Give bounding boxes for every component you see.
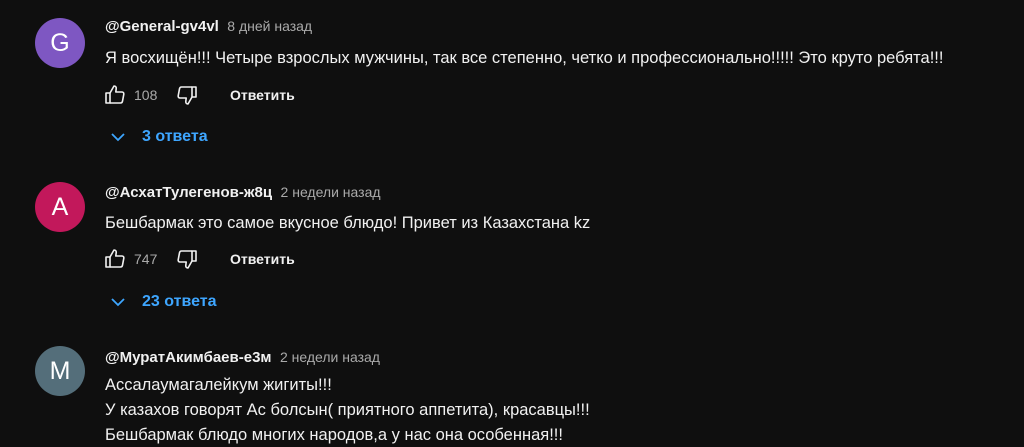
- replies-count: 3 ответа: [142, 128, 208, 145]
- comment-time[interactable]: 2 недели назад: [281, 184, 381, 200]
- reply-button[interactable]: Ответить: [230, 87, 295, 103]
- comment-text-line: Ассалаумагалейкум жигиты!!!: [105, 376, 332, 394]
- comment-text-line: Бешбармак блюдо многих народов,а у нас о…: [105, 426, 563, 444]
- chevron-down-icon: [108, 127, 128, 147]
- avatar-letter: A: [51, 192, 69, 221]
- comment-text: Я восхищён!!! Четыре взрослых мужчины, т…: [105, 46, 943, 71]
- avatar-letter: G: [50, 28, 70, 57]
- avatar-letter: M: [49, 356, 71, 385]
- reply-button[interactable]: Ответить: [230, 251, 295, 267]
- comment-text-line: Я восхищён!!! Четыре взрослых мужчины, т…: [105, 49, 944, 67]
- replies-toggle[interactable]: 23 ответа: [108, 290, 217, 314]
- thumb-down-icon: [177, 86, 197, 105]
- like-button[interactable]: [102, 82, 128, 108]
- replies-toggle[interactable]: 3 ответа: [108, 125, 208, 149]
- avatar[interactable]: G: [35, 18, 85, 68]
- dislike-button[interactable]: [174, 246, 200, 272]
- avatar[interactable]: A: [35, 182, 85, 232]
- like-count: 747: [134, 251, 158, 267]
- like-button[interactable]: [102, 246, 128, 272]
- thumb-up-icon: [105, 249, 125, 268]
- comment-text: Бешбармак это самое вкусное блюдо! Приве…: [105, 211, 590, 236]
- comment-header: @АсхатТулегенов-ж8ц 2 недели назад: [105, 183, 381, 202]
- comment-text-line: У казахов говорят Ас болсын( приятного а…: [105, 401, 590, 419]
- comment-header: @МуратАкимбаев-е3м 2 недели назад: [105, 348, 380, 367]
- comments-section: G @General-gv4vl 8 дней назад Я восхищён…: [0, 0, 1024, 447]
- comment-text-line: Бешбармак это самое вкусное блюдо! Приве…: [105, 214, 591, 232]
- comment-text: Ассалаумагалейкум жигиты!!! У казахов го…: [105, 373, 590, 447]
- like-count: 108: [134, 87, 158, 103]
- comment-author[interactable]: @МуратАкимбаев-е3м: [105, 349, 272, 366]
- chevron-down-icon: [108, 292, 128, 312]
- thumb-down-icon: [177, 250, 197, 269]
- comment-author[interactable]: @АсхатТулегенов-ж8ц: [105, 184, 272, 201]
- thumb-up-icon: [105, 85, 125, 104]
- comment-author[interactable]: @General-gv4vl: [105, 18, 219, 35]
- dislike-button[interactable]: [174, 82, 200, 108]
- comment-actions: 108 Ответить: [102, 82, 295, 108]
- avatar[interactable]: M: [35, 346, 85, 396]
- comment-time[interactable]: 8 дней назад: [227, 18, 312, 34]
- comment-actions: 747 Ответить: [102, 246, 295, 272]
- comment-header: @General-gv4vl 8 дней назад: [105, 17, 312, 36]
- replies-count: 23 ответа: [142, 293, 217, 310]
- comment-time[interactable]: 2 недели назад: [280, 349, 380, 365]
